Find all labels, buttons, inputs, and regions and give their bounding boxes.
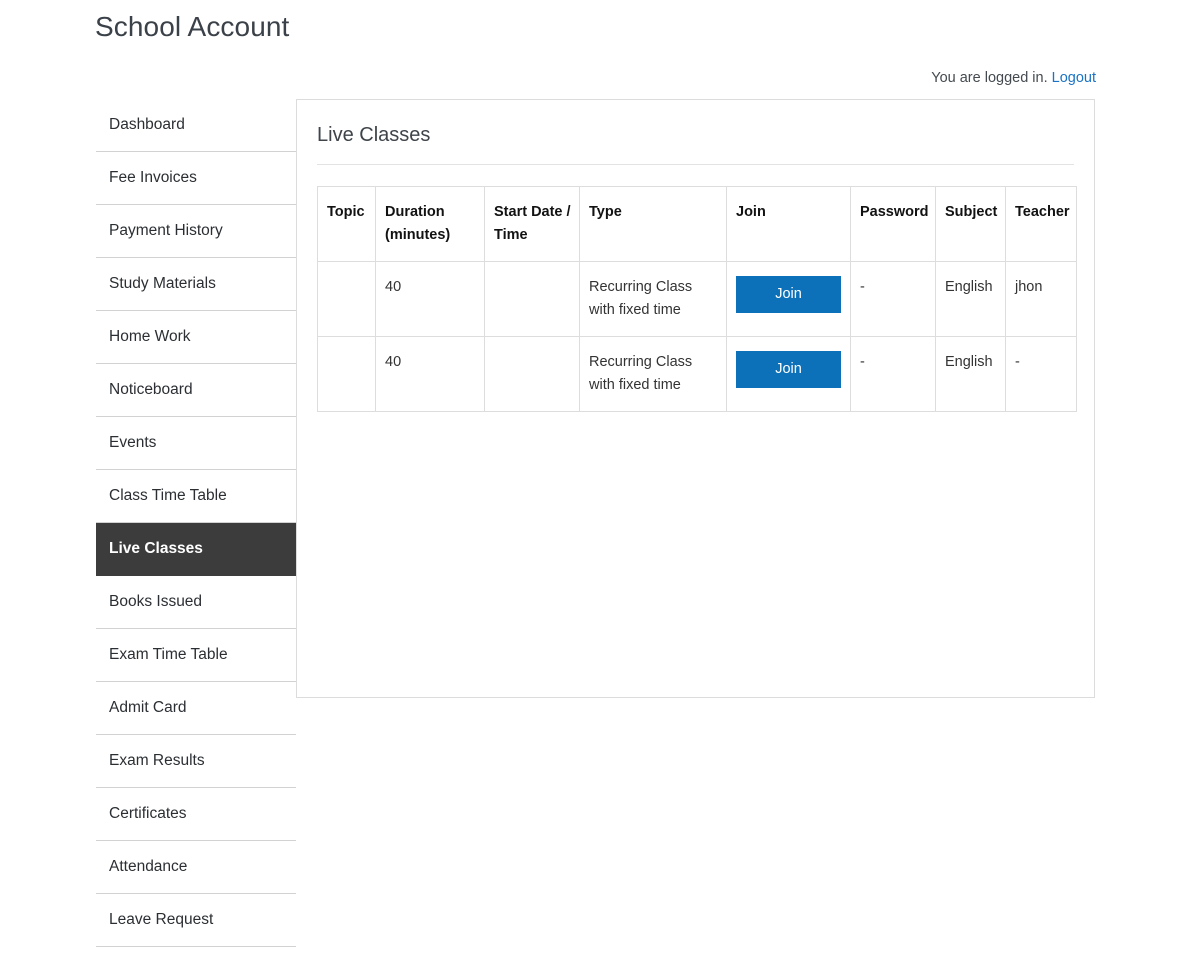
- join-button[interactable]: Join: [736, 276, 841, 313]
- column-header-label: Duration (minutes): [385, 204, 451, 243]
- cell-duration: 40: [375, 261, 485, 337]
- sidebar-item-label: Attendance: [109, 858, 188, 875]
- cell-duration: 40: [375, 336, 485, 412]
- app-root: School Account You are logged in. Logout…: [0, 0, 1195, 959]
- login-status-text: You are logged in.: [931, 70, 1048, 86]
- table-container: Topic Duration (minutes) Start Date / Time…: [317, 186, 1077, 412]
- table-body: 40 Recurring Class with fixed time Join - En…: [317, 261, 1077, 412]
- sidebar-item-dashboard[interactable]: Dashboard: [96, 99, 296, 152]
- column-header-topic: Topic: [317, 186, 376, 262]
- sidebar-item-certificates[interactable]: Certificates: [96, 788, 296, 841]
- table-row: 40 Recurring Class with fixed time Join - En…: [317, 336, 1077, 412]
- column-header-teacher: Teacher: [1005, 186, 1077, 262]
- cell-value: English: [945, 279, 993, 295]
- sidebar-item-label: Certificates: [109, 805, 187, 822]
- sidebar-item-events[interactable]: Events: [96, 417, 296, 470]
- sidebar-item-live-classes[interactable]: Live Classes: [96, 523, 296, 576]
- sidebar-item-label: Exam Time Table: [109, 646, 228, 663]
- sidebar-item-label: Dashboard: [109, 116, 185, 133]
- cell-join: Join: [726, 261, 851, 337]
- page-title: School Account: [95, 11, 290, 42]
- column-header-label: Subject: [945, 204, 998, 220]
- cell-teacher: jhon: [1005, 261, 1077, 337]
- panel-title: Live Classes: [317, 122, 1074, 165]
- cell-value: 40: [385, 279, 402, 295]
- column-header-label: Join: [736, 204, 766, 220]
- cell-value: Recurring Class with fixed time: [589, 354, 693, 393]
- sidebar-item-leave-request[interactable]: Leave Request: [96, 894, 296, 947]
- sidebar-item-class-time-table[interactable]: Class Time Table: [96, 470, 296, 523]
- cell-value: English: [945, 354, 993, 370]
- sidebar-item-label: Home Work: [109, 328, 191, 345]
- sidebar-item-attendance[interactable]: Attendance: [96, 841, 296, 894]
- cell-start: [484, 261, 580, 337]
- column-header-label: Start Date / Time: [494, 204, 571, 243]
- cell-value: -: [860, 354, 865, 370]
- cell-value: -: [860, 279, 865, 295]
- column-header-subject: Subject: [935, 186, 1006, 262]
- column-header-type: Type: [579, 186, 727, 262]
- table-row: 40 Recurring Class with fixed time Join - En…: [317, 261, 1077, 337]
- cell-subject: English: [935, 336, 1006, 412]
- table-header: Topic Duration (minutes) Start Date / Time…: [317, 186, 1077, 262]
- column-header-duration: Duration (minutes): [375, 186, 485, 262]
- column-header-label: Type: [589, 204, 622, 220]
- sidebar-item-study-materials[interactable]: Study Materials: [96, 258, 296, 311]
- cell-type: Recurring Class with fixed time: [579, 261, 727, 337]
- sidebar-item-label: Payment History: [109, 222, 223, 239]
- sidebar-item-payment-history[interactable]: Payment History: [96, 205, 296, 258]
- cell-type: Recurring Class with fixed time: [579, 336, 727, 412]
- cell-topic: [317, 336, 376, 412]
- table-header-row: Topic Duration (minutes) Start Date / Time…: [317, 186, 1077, 262]
- column-header-label: Teacher: [1015, 204, 1070, 220]
- cell-start: [484, 336, 580, 412]
- cell-password: -: [850, 336, 936, 412]
- cell-value: -: [1015, 354, 1020, 370]
- sidebar-item-home-work[interactable]: Home Work: [96, 311, 296, 364]
- column-header-label: Topic: [327, 204, 365, 220]
- logout-link[interactable]: Logout: [1052, 70, 1096, 86]
- sidebar-item-label: Admit Card: [109, 699, 187, 716]
- sidebar-item-label: Fee Invoices: [109, 169, 197, 186]
- sidebar-item-label: Leave Request: [109, 911, 214, 928]
- live-classes-panel: Live Classes Topic Duration (minutes) Star…: [296, 99, 1095, 698]
- cell-teacher: -: [1005, 336, 1077, 412]
- sidebar-item-label: Books Issued: [109, 593, 203, 610]
- column-header-label: Password: [860, 204, 929, 220]
- live-classes-table: Topic Duration (minutes) Start Date / Time…: [317, 186, 1077, 412]
- sidebar-item-label: Class Time Table: [109, 487, 227, 504]
- sidebar-item-exam-time-table[interactable]: Exam Time Table: [96, 629, 296, 682]
- sidebar-item-admit-card[interactable]: Admit Card: [96, 682, 296, 735]
- sidebar-item-label: Live Classes: [109, 540, 203, 557]
- sidebar-item-label: Exam Results: [109, 752, 205, 769]
- sidebar-item-noticeboard[interactable]: Noticeboard: [96, 364, 296, 417]
- cell-value: 40: [385, 354, 402, 370]
- cell-value: jhon: [1015, 279, 1043, 295]
- sidebar-item-label: Study Materials: [109, 275, 216, 292]
- cell-value: Recurring Class with fixed time: [589, 279, 693, 318]
- cell-topic: [317, 261, 376, 337]
- sidebar-item-books-issued[interactable]: Books Issued: [96, 576, 296, 629]
- join-button[interactable]: Join: [736, 351, 841, 388]
- column-header-start: Start Date / Time: [484, 186, 580, 262]
- cell-join: Join: [726, 336, 851, 412]
- sidebar-nav: Dashboard Fee Invoices Payment History Stud…: [96, 99, 296, 947]
- column-header-password: Password: [850, 186, 936, 262]
- column-header-join: Join: [726, 186, 851, 262]
- login-status-bar: You are logged in. Logout: [931, 68, 1096, 88]
- sidebar-item-label: Events: [109, 434, 157, 451]
- sidebar-item-fee-invoices[interactable]: Fee Invoices: [96, 152, 296, 205]
- sidebar-item-label: Noticeboard: [109, 381, 193, 398]
- cell-subject: English: [935, 261, 1006, 337]
- cell-password: -: [850, 261, 936, 337]
- sidebar-item-exam-results[interactable]: Exam Results: [96, 735, 296, 788]
